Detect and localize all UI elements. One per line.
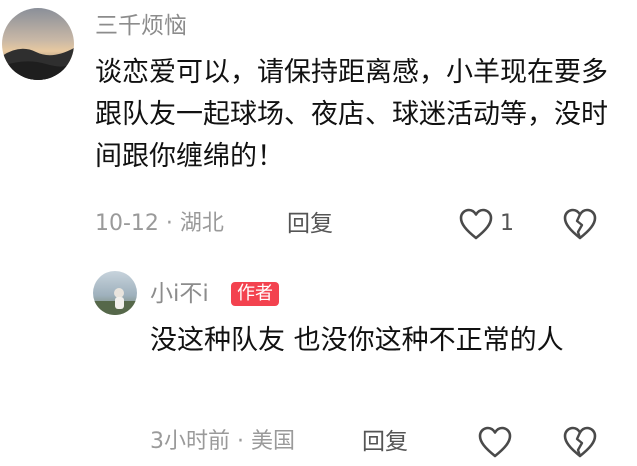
commenter-username[interactable]: 三千烦恼 bbox=[95, 12, 187, 40]
reply-reply-button[interactable]: 回复 bbox=[362, 428, 408, 456]
author-username[interactable]: 小i不i bbox=[150, 280, 209, 308]
author-badge: 作者 bbox=[231, 282, 279, 306]
comment-like-count: 1 bbox=[500, 211, 514, 236]
heart-outline-icon[interactable] bbox=[458, 207, 494, 241]
reply-meta: 3小时前 · 美国 bbox=[150, 429, 295, 454]
heart-outline-icon[interactable] bbox=[477, 425, 513, 459]
author-avatar[interactable] bbox=[93, 271, 137, 315]
comment-meta: 10-12 · 湖北 bbox=[95, 211, 224, 236]
comment-body: 谈恋爱可以，请保持距离感，小羊现在要多跟队友一起球场、夜店、球迷活动等，没时间跟… bbox=[95, 57, 608, 172]
broken-heart-icon[interactable] bbox=[562, 207, 598, 241]
comment-reply-button[interactable]: 回复 bbox=[287, 210, 333, 238]
reply-body: 没这种队友 也没你这种不正常的人 bbox=[150, 325, 564, 356]
commenter-avatar[interactable] bbox=[2, 8, 74, 80]
broken-heart-icon[interactable] bbox=[562, 425, 598, 459]
